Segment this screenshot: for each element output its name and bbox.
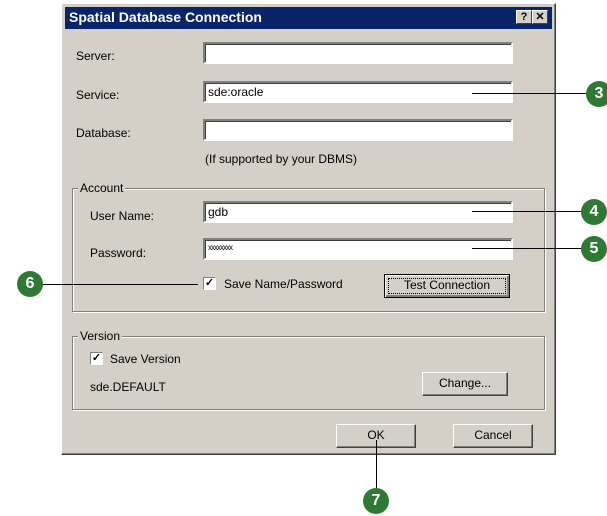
version-group-label: Version <box>78 329 123 343</box>
username-label: User Name: <box>90 209 155 223</box>
cancel-button[interactable]: Cancel <box>453 424 533 448</box>
password-input[interactable]: xxxxxxxx <box>203 238 513 260</box>
password-label: Password: <box>90 246 147 260</box>
callout-6-line <box>40 284 198 285</box>
username-input[interactable]: gdb <box>203 201 513 223</box>
change-version-button[interactable]: Change... <box>422 372 508 396</box>
save-name-password-label[interactable]: Save Name/Password <box>224 277 343 291</box>
save-name-password-checkbox[interactable]: ✓ <box>203 277 216 290</box>
callout-3-line <box>472 93 588 94</box>
service-label: Service: <box>76 88 120 102</box>
spatial-database-connection-dialog: Spatial Database Connection ? ✕ Server: … <box>61 3 556 455</box>
callout-5-badge: 5 <box>581 236 607 262</box>
service-input[interactable]: sde:oracle <box>203 81 513 103</box>
account-group-label: Account <box>78 181 126 195</box>
callout-4-line <box>472 211 588 212</box>
callout-7-badge: 7 <box>363 488 389 514</box>
save-version-checkbox[interactable]: ✓ <box>90 352 103 365</box>
dialog-title: Spatial Database Connection <box>69 9 262 25</box>
test-connection-button[interactable]: Test Connection <box>384 274 510 298</box>
database-hint: (If supported by your DBMS) <box>205 152 358 166</box>
focus-ring <box>388 278 506 294</box>
title-bar[interactable]: Spatial Database Connection ? ✕ <box>65 7 552 29</box>
callout-5-line <box>472 248 588 249</box>
callout-6-badge: 6 <box>17 271 43 297</box>
callout-4-badge: 4 <box>581 199 607 225</box>
server-label: Server: <box>76 49 115 63</box>
database-label: Database: <box>76 126 131 140</box>
help-button[interactable]: ? <box>516 10 532 24</box>
database-input[interactable] <box>203 119 513 141</box>
current-version-text: sde.DEFAULT <box>90 380 166 394</box>
close-button[interactable]: ✕ <box>532 10 548 24</box>
callout-3-badge: 3 <box>586 81 607 107</box>
save-version-label[interactable]: Save Version <box>110 352 181 366</box>
server-input[interactable] <box>203 42 513 64</box>
